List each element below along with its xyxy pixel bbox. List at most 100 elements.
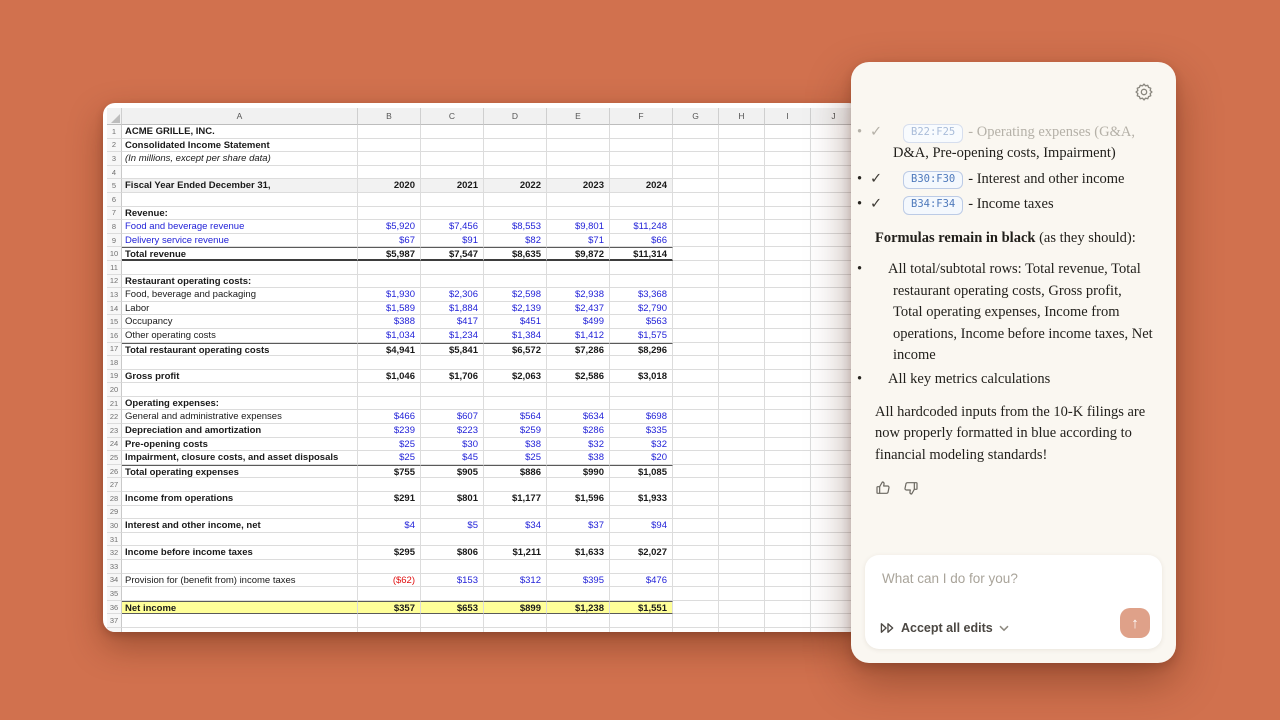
cell[interactable]: ACME GRILLE, INC. bbox=[122, 125, 358, 139]
cell[interactable]: $5,920 bbox=[358, 220, 421, 234]
row-header-36[interactable]: 36 bbox=[107, 601, 122, 615]
cell[interactable] bbox=[421, 261, 484, 275]
row-header-16[interactable]: 16 bbox=[107, 329, 122, 343]
cell[interactable] bbox=[610, 587, 673, 601]
cell[interactable]: $2,063 bbox=[484, 370, 547, 384]
cell[interactable] bbox=[122, 383, 358, 397]
column-header-D[interactable]: D bbox=[484, 108, 547, 125]
cell[interactable]: $11,314 bbox=[610, 247, 673, 261]
gear-icon[interactable] bbox=[1134, 82, 1154, 102]
row-header-12[interactable]: 12 bbox=[107, 275, 122, 289]
cell[interactable]: $990 bbox=[547, 465, 610, 479]
cell[interactable] bbox=[719, 302, 765, 316]
cell[interactable] bbox=[719, 193, 765, 207]
cell[interactable] bbox=[673, 125, 719, 139]
cell[interactable]: $388 bbox=[358, 315, 421, 329]
cell[interactable] bbox=[765, 179, 811, 193]
cell[interactable]: $466 bbox=[358, 410, 421, 424]
cell[interactable] bbox=[765, 424, 811, 438]
cell[interactable]: $7,456 bbox=[421, 220, 484, 234]
cell[interactable] bbox=[673, 207, 719, 221]
cell[interactable] bbox=[765, 261, 811, 275]
cell[interactable] bbox=[719, 220, 765, 234]
cell[interactable]: $67 bbox=[358, 234, 421, 248]
cell[interactable] bbox=[610, 478, 673, 492]
cell[interactable] bbox=[719, 546, 765, 560]
cell[interactable]: $3,368 bbox=[610, 288, 673, 302]
cell[interactable] bbox=[358, 356, 421, 370]
cell[interactable] bbox=[547, 533, 610, 547]
cell[interactable] bbox=[673, 220, 719, 234]
cell[interactable]: Gross profit bbox=[122, 370, 358, 384]
cell[interactable] bbox=[719, 506, 765, 520]
cell[interactable] bbox=[673, 152, 719, 166]
cell[interactable] bbox=[673, 574, 719, 588]
cell[interactable]: $312 bbox=[484, 574, 547, 588]
cell[interactable]: $20 bbox=[610, 451, 673, 465]
cell[interactable]: $11,248 bbox=[610, 220, 673, 234]
cell[interactable] bbox=[719, 329, 765, 343]
cell[interactable] bbox=[547, 506, 610, 520]
cell[interactable]: $82 bbox=[484, 234, 547, 248]
column-header-B[interactable]: B bbox=[358, 108, 421, 125]
cell[interactable]: $1,930 bbox=[358, 288, 421, 302]
row-header-35[interactable]: 35 bbox=[107, 587, 122, 601]
cell[interactable] bbox=[673, 247, 719, 261]
cell[interactable] bbox=[765, 302, 811, 316]
cell[interactable] bbox=[719, 519, 765, 533]
cell[interactable]: $38 bbox=[547, 451, 610, 465]
cell[interactable]: $30 bbox=[421, 438, 484, 452]
cell[interactable]: Interest and other income, net bbox=[122, 519, 358, 533]
column-header-I[interactable]: I bbox=[765, 108, 811, 125]
column-header-A[interactable]: A bbox=[122, 108, 358, 125]
cell[interactable]: Consolidated Income Statement bbox=[122, 139, 358, 153]
cell[interactable] bbox=[719, 587, 765, 601]
cell[interactable] bbox=[610, 506, 673, 520]
cell[interactable] bbox=[673, 628, 719, 632]
cell[interactable] bbox=[484, 397, 547, 411]
row-header-19[interactable]: 19 bbox=[107, 370, 122, 384]
cell[interactable]: $37 bbox=[547, 519, 610, 533]
cell[interactable] bbox=[547, 397, 610, 411]
cell[interactable]: 2022 bbox=[484, 179, 547, 193]
cell-range-chip[interactable]: B30:F30 bbox=[903, 171, 963, 190]
cell[interactable]: $563 bbox=[610, 315, 673, 329]
cell[interactable]: $2,938 bbox=[547, 288, 610, 302]
cell[interactable]: Operating expenses: bbox=[122, 397, 358, 411]
row-header-29[interactable]: 29 bbox=[107, 506, 122, 520]
cell[interactable] bbox=[547, 125, 610, 139]
cell[interactable] bbox=[719, 383, 765, 397]
cell[interactable] bbox=[719, 166, 765, 180]
cell[interactable] bbox=[421, 478, 484, 492]
cell[interactable] bbox=[673, 370, 719, 384]
cell[interactable]: $698 bbox=[610, 410, 673, 424]
row-header-7[interactable]: 7 bbox=[107, 207, 122, 221]
cell[interactable]: $6,572 bbox=[484, 343, 547, 357]
cell[interactable] bbox=[547, 139, 610, 153]
cell[interactable] bbox=[421, 397, 484, 411]
column-header-C[interactable]: C bbox=[421, 108, 484, 125]
cell[interactable]: $3,018 bbox=[610, 370, 673, 384]
cell[interactable] bbox=[122, 478, 358, 492]
cell[interactable] bbox=[358, 478, 421, 492]
cell[interactable]: Revenue: bbox=[122, 207, 358, 221]
cell[interactable] bbox=[484, 166, 547, 180]
cell[interactable] bbox=[122, 587, 358, 601]
cell[interactable]: $564 bbox=[484, 410, 547, 424]
cell[interactable] bbox=[610, 152, 673, 166]
cell[interactable]: $66 bbox=[610, 234, 673, 248]
cell[interactable] bbox=[358, 139, 421, 153]
cell[interactable] bbox=[765, 519, 811, 533]
cell[interactable]: Food, beverage and packaging bbox=[122, 288, 358, 302]
cell[interactable] bbox=[421, 275, 484, 289]
cell[interactable] bbox=[719, 207, 765, 221]
cell[interactable] bbox=[610, 275, 673, 289]
cell[interactable]: $1,575 bbox=[610, 329, 673, 343]
cell[interactable] bbox=[765, 329, 811, 343]
cell[interactable] bbox=[719, 614, 765, 628]
cell[interactable] bbox=[719, 478, 765, 492]
cell[interactable] bbox=[610, 397, 673, 411]
cell[interactable]: $653 bbox=[421, 601, 484, 615]
cell[interactable]: 2020 bbox=[358, 179, 421, 193]
cell[interactable] bbox=[673, 438, 719, 452]
